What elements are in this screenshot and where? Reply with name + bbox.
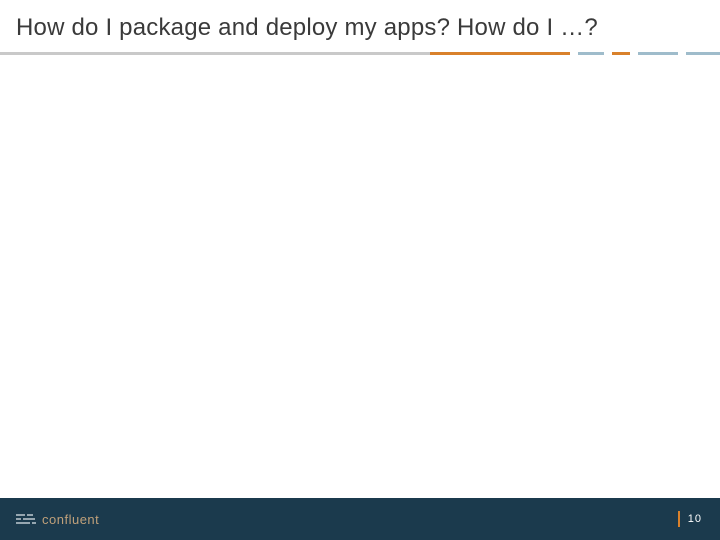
page-number: 10 [688, 513, 702, 525]
divider-segment [430, 52, 570, 55]
title-divider [0, 52, 720, 55]
divider-gap [604, 52, 612, 55]
divider-segment [638, 52, 678, 55]
slide: How do I package and deploy my apps? How… [0, 0, 720, 540]
slide-title: How do I package and deploy my apps? How… [16, 14, 700, 42]
brand-logo: confluent [16, 512, 99, 527]
divider-segment [612, 52, 630, 55]
divider-gap [630, 52, 638, 55]
divider-gap [678, 52, 686, 55]
footer-bar: confluent 10 [0, 498, 720, 540]
divider-segment [578, 52, 604, 55]
confluent-mark-icon [16, 514, 36, 524]
divider-segment [0, 52, 430, 55]
divider-segment [686, 52, 720, 55]
brand-name: confluent [42, 512, 99, 527]
divider-gap [570, 52, 578, 55]
page-indicator: 10 [678, 498, 702, 540]
page-separator-icon [678, 511, 680, 527]
